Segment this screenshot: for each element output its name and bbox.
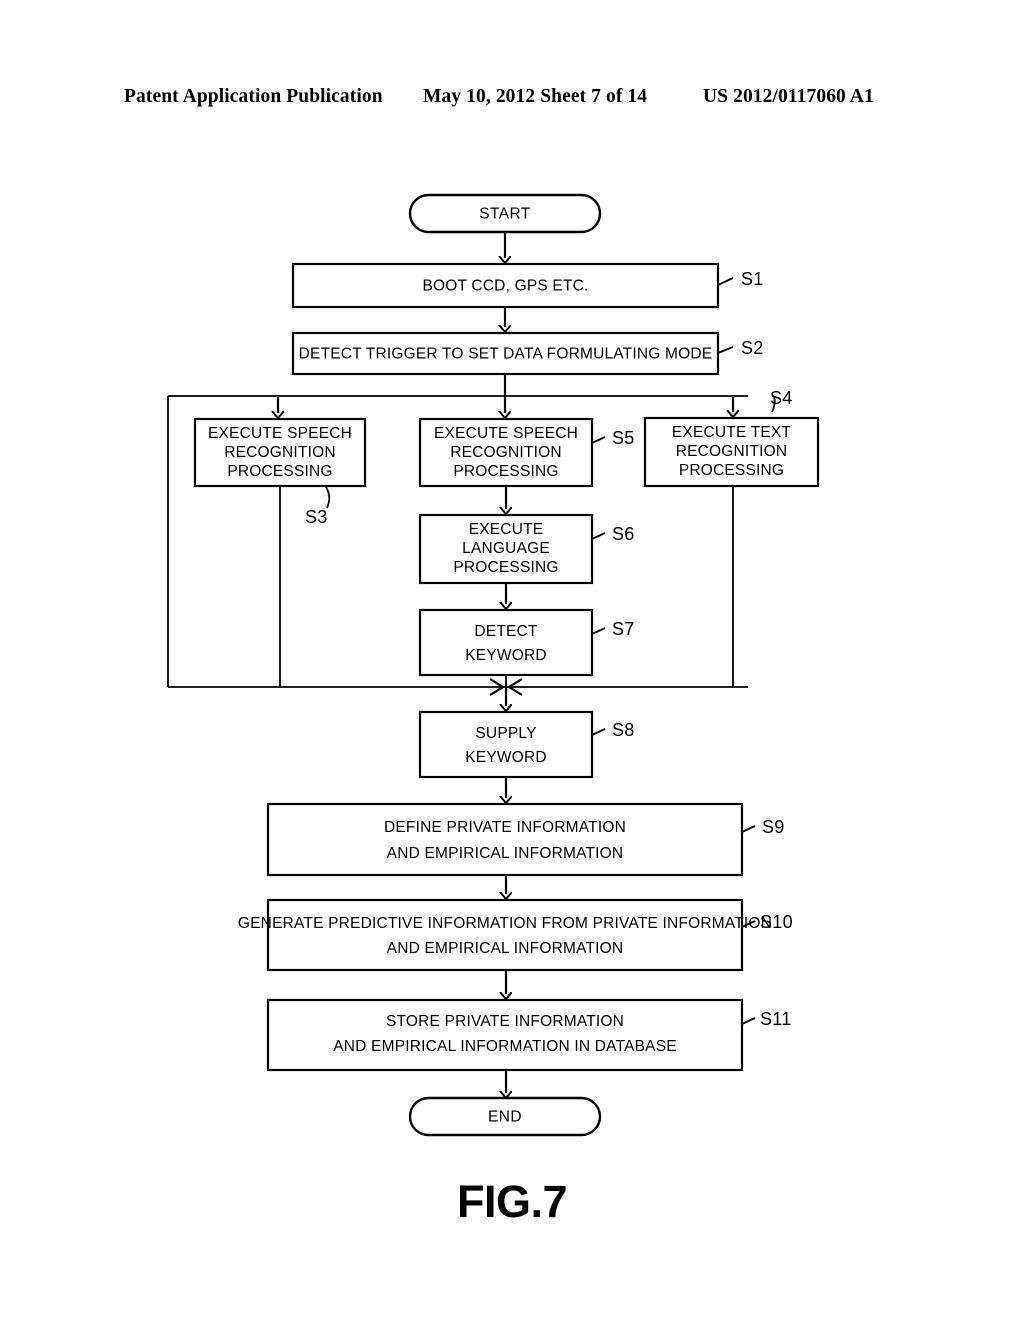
s4-ref-label: S4	[770, 388, 793, 408]
s10-box	[266, 898, 744, 972]
s6-ref-leader	[591, 532, 606, 540]
node-s5: EXECUTE SPEECH RECOGNITION PROCESSING S5	[418, 417, 635, 488]
start-terminal-label: START	[479, 206, 531, 223]
s1-label-line-1: BOOT CCD, GPS ETC.	[422, 278, 588, 295]
s2-ref-leader	[717, 346, 734, 354]
s7-ref-label: S7	[612, 619, 635, 639]
s5-ref-leader	[591, 436, 606, 444]
s11-label-line-2: AND EMPIRICAL INFORMATION IN DATABASE	[333, 1038, 677, 1055]
s11-label-line-1: STORE PRIVATE INFORMATION	[386, 1013, 624, 1030]
s1-ref-label: S1	[741, 269, 764, 289]
s8-ref-leader	[591, 728, 606, 736]
s6-ref-label: S6	[612, 524, 635, 544]
s3-ref-leader	[325, 486, 331, 509]
s9-ref-label: S9	[762, 817, 785, 837]
s5-label-line-3: PROCESSING	[453, 463, 558, 480]
s5-ref-label: S5	[612, 428, 635, 448]
s6-label-line-1: EXECUTE	[469, 521, 544, 538]
node-s10: GENERATE PREDICTIVE INFORMATION FROM PRI…	[238, 898, 793, 972]
s8-ref-label: S8	[612, 720, 635, 740]
s4-label-line-1: EXECUTE TEXT	[672, 424, 792, 441]
s11-box	[266, 998, 744, 1072]
node-s7: DETECT KEYWORD S7	[418, 608, 635, 677]
s3-label-line-3: PROCESSING	[227, 463, 332, 480]
s6-label-line-2: LANGUAGE	[462, 540, 550, 557]
s9-label-line-2: AND EMPIRICAL INFORMATION	[387, 845, 624, 862]
s7-label-line-2: KEYWORD	[465, 647, 547, 664]
node-s9: DEFINE PRIVATE INFORMATION AND EMPIRICAL…	[266, 802, 785, 877]
s8-label-line-2: KEYWORD	[465, 749, 547, 766]
s8-label-line-1: SUPPLY	[475, 725, 536, 742]
s11-ref-leader	[741, 1017, 756, 1025]
node-s2: DETECT TRIGGER TO SET DATA FORMULATING M…	[291, 331, 764, 376]
node-s1: BOOT CCD, GPS ETC. S1	[291, 262, 764, 309]
figure-caption: FIG.7	[456, 1176, 568, 1227]
s9-ref-leader	[741, 825, 756, 833]
s1-ref-leader	[717, 277, 734, 286]
s8-box	[418, 710, 594, 779]
node-s8: SUPPLY KEYWORD S8	[418, 710, 635, 779]
s2-ref-label: S2	[741, 338, 764, 358]
s3-ref-label: S3	[305, 507, 328, 527]
s6-label-line-3: PROCESSING	[453, 559, 558, 576]
s5-label-line-2: RECOGNITION	[450, 444, 562, 461]
end-terminal-label: END	[488, 1109, 522, 1126]
s4-label-line-2: RECOGNITION	[676, 443, 788, 460]
s10-ref-label: S10	[760, 912, 793, 932]
node-start: START	[408, 193, 602, 234]
s5-label-line-1: EXECUTE SPEECH	[434, 425, 578, 442]
s7-ref-leader	[591, 627, 606, 635]
node-s11: STORE PRIVATE INFORMATION AND EMPIRICAL …	[266, 998, 792, 1072]
s2-label-line-1: DETECT TRIGGER TO SET DATA FORMULATING M…	[299, 346, 713, 363]
s11-ref-label: S11	[760, 1009, 792, 1029]
node-s4: EXECUTE TEXT RECOGNITION PROCESSING	[643, 416, 820, 488]
s4-label-line-3: PROCESSING	[679, 462, 784, 479]
s10-label-line-2: AND EMPIRICAL INFORMATION	[387, 940, 624, 957]
s7-box	[418, 608, 594, 677]
patent-figure-page: Patent Application Publication May 10, 2…	[0, 0, 1024, 1320]
s3-label-line-1: EXECUTE SPEECH	[208, 425, 352, 442]
flowchart-diagram: START BOOT CCD, GPS ETC. S1 DETECT TRIGG…	[167, 193, 820, 1137]
node-s6: EXECUTE LANGUAGE PROCESSING S6	[418, 513, 635, 585]
node-end: END	[408, 1096, 602, 1137]
s7-label-line-1: DETECT	[474, 623, 538, 640]
s9-box	[266, 802, 744, 877]
s9-label-line-1: DEFINE PRIVATE INFORMATION	[384, 819, 626, 836]
s3-label-line-2: RECOGNITION	[224, 444, 336, 461]
s10-label-line-1: GENERATE PREDICTIVE INFORMATION FROM PRI…	[238, 915, 772, 932]
